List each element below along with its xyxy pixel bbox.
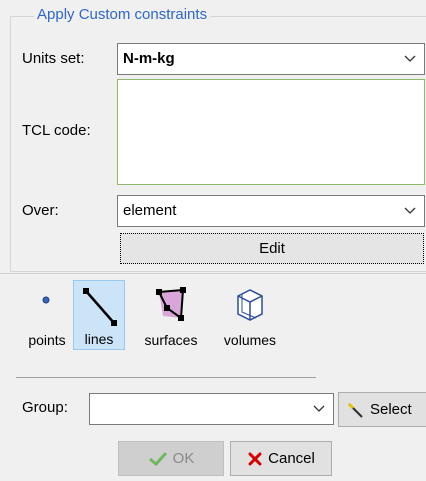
section-separator: [0, 273, 426, 274]
pick-wand-icon: [347, 402, 363, 418]
line-icon: [83, 288, 117, 326]
group-separator: [16, 377, 316, 378]
cancel-button-label: Cancel: [268, 450, 315, 467]
ok-button-label: OK: [172, 450, 195, 467]
units-set-value: N-m-kg: [123, 50, 175, 67]
surface-icon: [156, 287, 186, 321]
units-set-dropdown[interactable]: N-m-kg: [117, 43, 425, 75]
tool-surfaces[interactable]: surfaces: [131, 280, 211, 350]
groupbox-title: Apply Custom constraints: [34, 5, 211, 25]
select-button-label: Select: [370, 401, 412, 418]
tool-lines[interactable]: lines: [73, 280, 125, 350]
volume-icon: [237, 289, 263, 321]
tcl-code-textarea[interactable]: [117, 79, 425, 185]
over-label: Over:: [22, 202, 59, 219]
tcl-code-label: TCL code:: [22, 122, 91, 139]
chevron-down-icon: [404, 207, 416, 214]
tool-lines-label: lines: [84, 331, 114, 347]
edit-button[interactable]: Edit: [120, 233, 424, 264]
group-dropdown[interactable]: [89, 393, 334, 425]
group-label: Group:: [22, 399, 68, 416]
chevron-down-icon: [404, 55, 416, 62]
tool-volumes[interactable]: volumes: [214, 280, 286, 350]
tool-volumes-label: volumes: [223, 332, 277, 348]
cancel-button[interactable]: Cancel: [230, 441, 332, 476]
ok-button[interactable]: OK: [118, 441, 224, 476]
over-dropdown[interactable]: element: [117, 195, 425, 227]
select-button[interactable]: Select: [338, 392, 426, 427]
tool-points-label: points: [28, 332, 66, 348]
over-value: element: [123, 202, 177, 219]
chevron-down-icon: [313, 405, 325, 412]
point-icon: [42, 296, 50, 304]
close-x-icon: [248, 452, 262, 465]
checkmark-icon: [148, 451, 167, 466]
units-set-label: Units set:: [22, 50, 85, 67]
tool-surfaces-label: surfaces: [144, 332, 198, 348]
tool-points[interactable]: points: [22, 280, 72, 350]
